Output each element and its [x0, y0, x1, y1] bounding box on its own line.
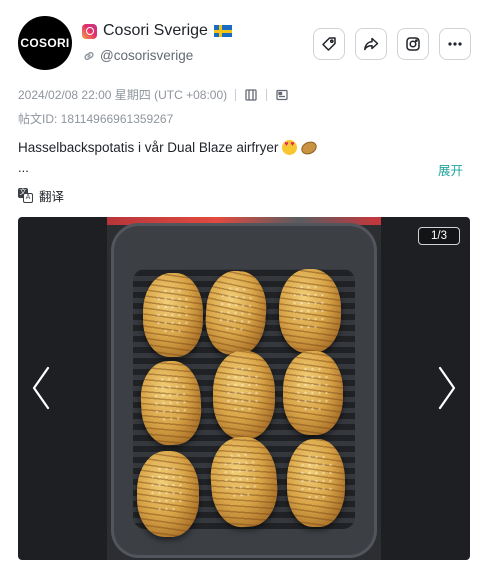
- media-carousel[interactable]: 1/3: [18, 217, 470, 560]
- account-handle[interactable]: @cosorisverige: [100, 48, 193, 63]
- carousel-counter: 1/3: [418, 227, 460, 245]
- image-card-icon[interactable]: [275, 88, 289, 102]
- divider: [235, 88, 237, 101]
- potato-image: [283, 351, 343, 435]
- translate-icon: 文A: [18, 188, 33, 203]
- potato-image: [287, 439, 345, 527]
- divider: [266, 88, 268, 101]
- caption-ellipsis: ...: [18, 160, 29, 175]
- post-photo[interactable]: [107, 217, 381, 560]
- avatar[interactable]: COSORI: [18, 16, 72, 70]
- expand-link[interactable]: 展开: [438, 160, 463, 179]
- account-name-row: Cosori Sverige: [82, 22, 232, 40]
- translate-button[interactable]: 文A 翻译: [18, 186, 64, 205]
- translate-label: 翻译: [39, 190, 65, 204]
- chevron-right-icon: [438, 366, 456, 410]
- instagram-icon: [406, 37, 420, 51]
- book-icon[interactable]: [244, 88, 258, 102]
- chevron-left-icon: [32, 366, 50, 410]
- post-meta: 2024/02/08 22:00 星期四 (UTC +08:00): [18, 86, 289, 103]
- potato-image: [137, 451, 199, 537]
- sweden-flag-icon: [213, 25, 232, 37]
- post-id-row: 帖文ID: 18114966961359267: [18, 110, 173, 127]
- potato-emoji-icon: [299, 138, 320, 157]
- post-id-value: 18114966961359267: [60, 112, 174, 126]
- heart-eyes-emoji-icon: [282, 140, 298, 155]
- post-datetime: 2024/02/08 22:00 星期四 (UTC +08:00): [18, 88, 228, 102]
- post-header: COSORI Cosori Sverige @cosorisverige: [18, 16, 471, 72]
- instagram-icon: [82, 23, 97, 39]
- potato-image: [213, 351, 275, 439]
- handle-row: @cosorisverige: [82, 48, 193, 63]
- link-icon: [82, 49, 96, 63]
- share-icon: [364, 37, 379, 51]
- instagram-button[interactable]: [397, 28, 429, 60]
- caption-text: Hasselbackspotatis i vår Dual Blaze airf…: [18, 140, 279, 155]
- carousel-next-button[interactable]: [432, 363, 462, 413]
- share-button[interactable]: [355, 28, 387, 60]
- carousel-prev-button[interactable]: [26, 363, 56, 413]
- post-caption: Hasselbackspotatis i vår Dual Blaze airf…: [18, 138, 320, 157]
- more-icon: [448, 42, 462, 46]
- post-id-label: 帖文ID:: [18, 112, 61, 126]
- account-name[interactable]: Cosori Sverige: [103, 22, 208, 40]
- potato-image: [279, 269, 341, 353]
- tag-button[interactable]: [313, 28, 345, 60]
- more-button[interactable]: [439, 28, 471, 60]
- potato-image: [143, 273, 203, 357]
- tag-icon: [322, 37, 336, 51]
- header-actions: [313, 28, 471, 60]
